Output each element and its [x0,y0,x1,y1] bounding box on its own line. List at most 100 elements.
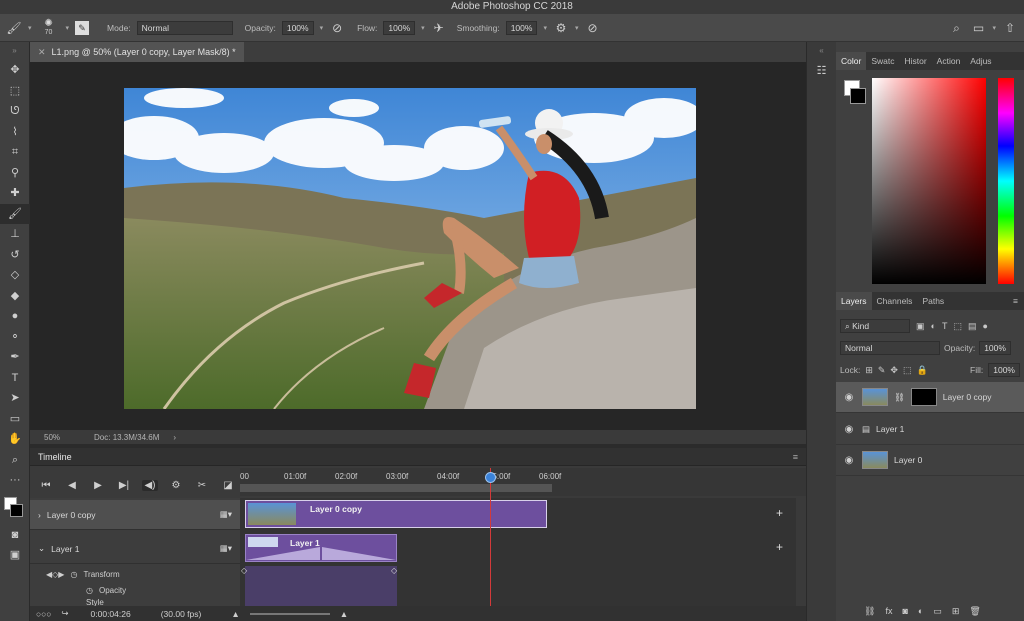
rectangle-tool-icon[interactable]: ▭ [0,409,30,430]
layer-row[interactable]: ◉ ▤ Layer 1 [836,414,1024,445]
playback-settings-icon[interactable]: ⚙ [168,480,184,491]
eye-icon[interactable]: ◉ [842,424,856,435]
layer-thumbnail[interactable] [862,388,888,406]
playhead-handle[interactable] [485,472,496,483]
quick-mask-icon[interactable]: ◙ [0,525,30,546]
convert-frames-icon[interactable]: ○○○ [36,609,51,619]
layer-opacity-input[interactable]: 100% [979,341,1011,355]
video-clip[interactable]: Layer 0 copy [245,500,547,528]
adjustment-layer-icon[interactable]: ◐ [918,606,923,616]
new-group-icon[interactable]: ▭ [933,606,942,617]
property-row[interactable]: Style [30,598,240,606]
tab-swatches[interactable]: Swatc [866,52,899,70]
keyframe-nav-icon[interactable]: ◀◇▶ [46,570,64,579]
color-swatches[interactable] [0,491,29,525]
go-to-first-frame-icon[interactable]: ⏮ [38,480,54,491]
play-icon[interactable]: ▶ [90,480,106,491]
filter-shape-icon[interactable]: ⬚ [953,321,962,332]
filter-pixel-icon[interactable]: ▣ [916,321,925,332]
mode-select[interactable]: Normal [136,20,233,35]
split-at-playhead-icon[interactable]: ✂ [194,480,210,491]
film-strip-icon[interactable]: ▦▾ [220,543,232,554]
brush-size-dropdown[interactable]: ▾ [66,24,70,32]
next-frame-icon[interactable]: ▶| [116,480,132,491]
tool-preset-dropdown[interactable]: ▾ [28,24,32,32]
add-media-icon[interactable]: + [776,506,783,520]
hue-slider[interactable] [998,78,1014,284]
document-image[interactable] [124,88,696,409]
smoothing-gear-icon[interactable]: ⚙ [553,20,569,36]
tab-adjustments[interactable]: Adjus [965,52,996,70]
smoothing-dropdown[interactable]: ▾ [543,24,547,32]
background-color-swatch[interactable] [10,503,23,517]
zoom-out-mountain-icon[interactable]: ▲ [231,609,239,619]
search-icon[interactable]: ⌕ [948,20,964,36]
quick-select-tool-icon[interactable]: ⌇ [0,122,30,143]
share-icon[interactable]: ⇧ [1002,20,1018,36]
previous-frame-icon[interactable]: ◀ [64,480,80,491]
lock-artboard-icon[interactable]: ⬚ [903,365,912,376]
hand-tool-icon[interactable]: ✋ [0,429,30,450]
layer-style-icon[interactable]: fx [885,606,892,616]
clone-stamp-tool-icon[interactable]: ⊥ [0,224,30,245]
tab-color[interactable]: Color [836,52,867,70]
timeline-menu-icon[interactable]: ≡ [793,448,798,466]
smoothing-input[interactable]: 100% [505,20,538,35]
render-icon[interactable]: ↪ [61,608,68,619]
audio-icon[interactable]: ◀) [142,479,158,491]
property-row[interactable]: ◷ Opacity [30,582,240,598]
filter-adjustment-icon[interactable]: ◐ [931,321,936,331]
video-clip[interactable]: Layer 1 [245,534,397,562]
crop-tool-icon[interactable]: ⌗ [0,142,30,163]
dock-collapse-icon[interactable]: « [807,42,836,60]
collapse-chevron-icon[interactable]: ⌄ [38,543,45,554]
zoom-level[interactable]: 50% [44,433,60,442]
paint-bucket-tool-icon[interactable]: ◆ [0,286,30,307]
workspace-dropdown[interactable]: ▾ [992,24,996,32]
properties-panel-icon[interactable]: ☷ [807,60,836,82]
track-area[interactable]: Layer 0 copy Layer 1 ◇ ◇ + + [240,498,796,608]
link-layers-icon[interactable]: ⛓ [864,606,875,617]
property-lane[interactable] [245,566,397,608]
healing-brush-tool-icon[interactable]: ✚ [0,183,30,204]
lasso-tool-icon[interactable]: ᘎ [0,101,30,122]
smoothing-options-dropdown[interactable]: ▾ [575,24,579,32]
color-field[interactable] [872,78,986,284]
flow-dropdown[interactable]: ▾ [421,24,425,32]
type-tool-icon[interactable]: T [0,368,30,389]
tab-paths[interactable]: Paths [917,292,949,310]
toolbar-collapse-icon[interactable]: » [0,42,29,60]
keyframe-diamond-icon[interactable]: ◇ [241,566,247,575]
blur-tool-icon[interactable]: ● [0,306,30,327]
add-media-icon[interactable]: + [776,540,783,554]
opacity-dropdown[interactable]: ▾ [320,24,324,32]
fill-input[interactable]: 100% [988,363,1020,377]
zoom-in-mountain-icon[interactable]: ▲ [340,609,348,619]
lock-position-icon[interactable]: ✥ [890,365,898,376]
opacity-input[interactable]: 100% [281,20,314,35]
status-menu-icon[interactable]: › [173,433,176,442]
tab-history[interactable]: Histor [899,52,931,70]
delete-layer-icon[interactable]: 🗑 [969,606,980,617]
dodge-tool-icon[interactable]: ⚬ [0,327,30,348]
document-tab[interactable]: ✕ L1.png @ 50% (Layer 0 copy, Layer Mask… [30,42,244,62]
history-brush-tool-icon[interactable]: ↺ [0,245,30,266]
layer-mask-thumbnail[interactable] [910,388,937,406]
link-icon[interactable]: ⛓ [894,392,905,403]
stopwatch-icon[interactable]: ◷ [70,570,77,579]
film-strip-icon[interactable]: ▦▾ [220,509,232,520]
pressure-size-icon[interactable]: ⊘ [584,20,600,36]
tab-actions[interactable]: Action [932,52,966,70]
panel-menu-icon[interactable]: ≡ [1013,296,1018,306]
expand-chevron-icon[interactable]: › [38,510,41,520]
tab-channels[interactable]: Channels [872,292,918,310]
lock-image-icon[interactable]: ✎ [878,365,886,376]
zoom-slider[interactable] [249,612,330,615]
screen-mode-icon[interactable]: ▣ [0,545,30,566]
canvas-area[interactable] [30,62,806,430]
close-tab-icon[interactable]: ✕ [38,42,46,62]
filter-type-icon[interactable]: T [942,321,948,331]
blend-mode-select[interactable]: Normal [840,341,940,355]
filter-toggle-icon[interactable]: ● [982,321,987,331]
filter-smart-object-icon[interactable]: ▤ [968,321,977,332]
